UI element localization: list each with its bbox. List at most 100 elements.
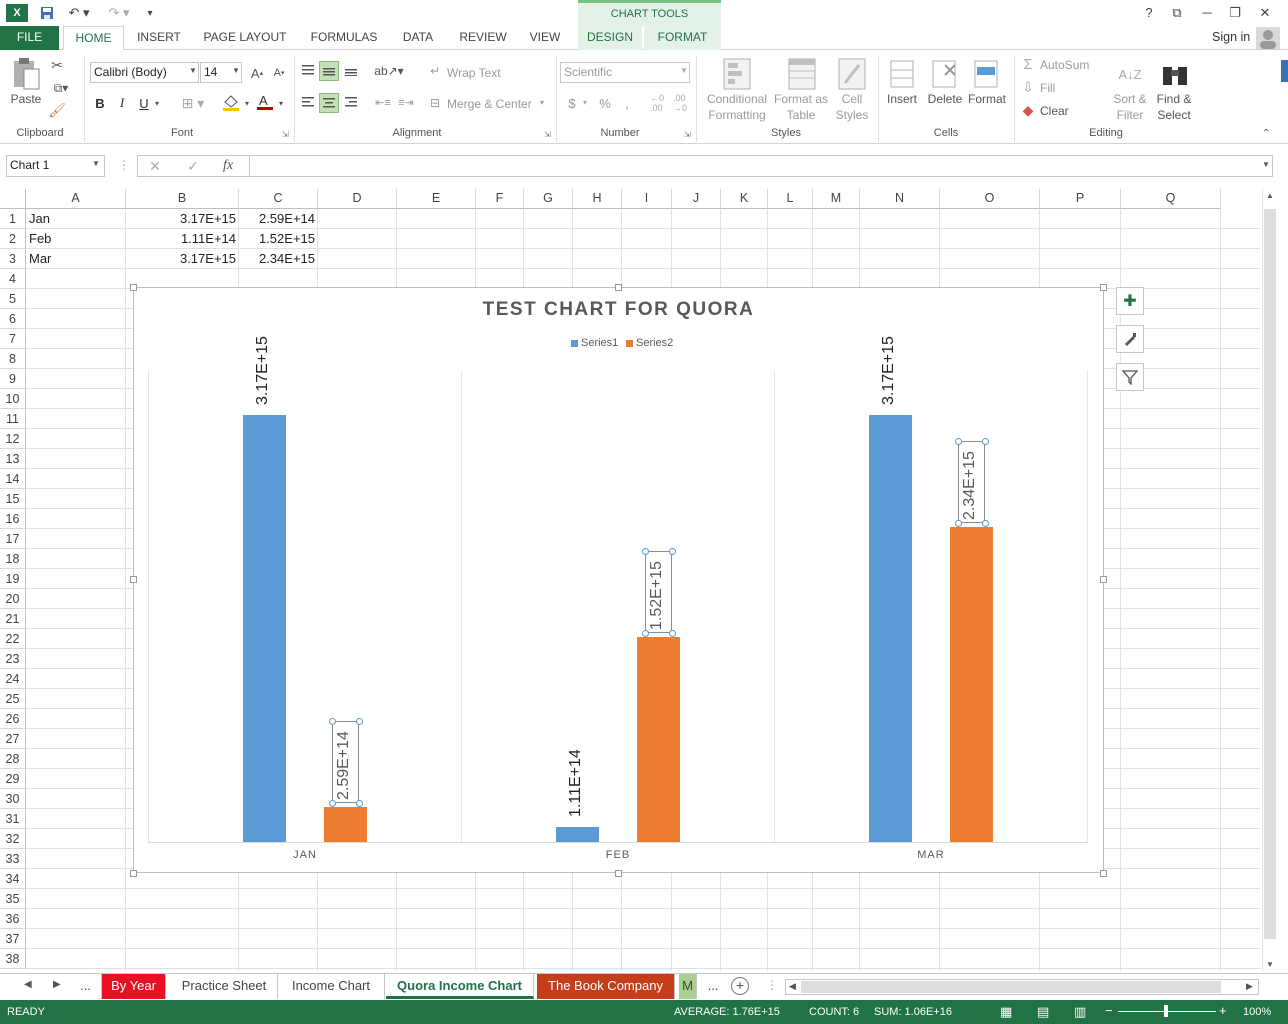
row-header-16[interactable]: 16 bbox=[0, 509, 26, 529]
scroll-down-icon[interactable]: ▼ bbox=[1266, 960, 1274, 969]
sign-in-link[interactable]: Sign in bbox=[1212, 30, 1250, 44]
percent-button[interactable]: % bbox=[597, 94, 613, 112]
chart-styles-brush-icon[interactable] bbox=[1116, 325, 1144, 353]
row-header-20[interactable]: 20 bbox=[0, 589, 26, 609]
insert-cells-icon[interactable] bbox=[886, 56, 918, 92]
data-label-handle[interactable] bbox=[982, 438, 989, 445]
name-box[interactable]: Chart 1 bbox=[6, 155, 105, 177]
row-header-38[interactable]: 38 bbox=[0, 949, 26, 969]
column-header-e[interactable]: E bbox=[397, 189, 476, 209]
minimize-button[interactable]: ─ bbox=[1194, 3, 1220, 23]
data-label-handle[interactable] bbox=[356, 800, 363, 807]
sheet-tab-m[interactable]: M bbox=[679, 974, 697, 999]
scroll-up-icon[interactable]: ▲ bbox=[1266, 191, 1274, 200]
legend-item-series2[interactable]: Series2 bbox=[626, 337, 673, 349]
chart-title[interactable]: TEST CHART FOR QUORA bbox=[133, 299, 1104, 321]
row-header-21[interactable]: 21 bbox=[0, 609, 26, 629]
column-header-l[interactable]: L bbox=[768, 189, 813, 209]
sheet-tab-more-right[interactable]: ... bbox=[700, 974, 726, 999]
format-painter-icon[interactable]: 🖌 bbox=[48, 101, 66, 119]
row-header-8[interactable]: 8 bbox=[0, 349, 26, 369]
chart-resize-handle[interactable] bbox=[615, 284, 622, 291]
conditional-formatting-label[interactable]: Conditional bbox=[700, 92, 774, 106]
row-header-14[interactable]: 14 bbox=[0, 469, 26, 489]
new-sheet-icon[interactable]: + bbox=[731, 977, 749, 995]
conditional-formatting-icon[interactable] bbox=[720, 56, 754, 92]
fill-color-icon[interactable] bbox=[220, 93, 242, 111]
bottom-align-icon[interactable] bbox=[342, 61, 360, 79]
ribbon-display-options-icon[interactable]: ⧉ bbox=[1164, 3, 1190, 23]
chart-resize-handle[interactable] bbox=[130, 870, 137, 877]
column-header-q[interactable]: Q bbox=[1121, 189, 1221, 209]
column-header-j[interactable]: J bbox=[672, 189, 721, 209]
cut-icon[interactable]: ✂ bbox=[48, 56, 66, 74]
row-header-4[interactable]: 4 bbox=[0, 269, 26, 289]
row-header-36[interactable]: 36 bbox=[0, 909, 26, 929]
page-break-view-icon[interactable]: ▥ bbox=[1074, 1004, 1086, 1020]
horizontal-scroll-thumb[interactable] bbox=[801, 981, 1221, 993]
clear-icon[interactable]: ◆ bbox=[1020, 102, 1036, 118]
sheet-tab-more[interactable]: ... bbox=[70, 974, 102, 999]
tab-data[interactable]: DATA bbox=[395, 26, 441, 50]
merge-center-icon[interactable]: ⊟ bbox=[427, 95, 443, 111]
binoculars-icon[interactable] bbox=[1158, 56, 1192, 92]
bar-series1-mar[interactable] bbox=[868, 415, 912, 842]
tab-file[interactable]: FILE bbox=[0, 26, 59, 50]
align-left-icon[interactable] bbox=[299, 93, 317, 111]
chart-resize-handle[interactable] bbox=[1100, 870, 1107, 877]
column-header-p[interactable]: P bbox=[1040, 189, 1121, 209]
number-dialog-launcher-icon[interactable]: ⇲ bbox=[684, 130, 691, 139]
font-name-box[interactable]: Calibri (Body) bbox=[90, 62, 199, 83]
format-as-table-label-2[interactable]: Table bbox=[772, 108, 830, 122]
format-cells-button[interactable]: Format bbox=[964, 92, 1010, 106]
column-header-k[interactable]: K bbox=[721, 189, 768, 209]
cell-b2[interactable]: 1.11E+14 bbox=[126, 229, 236, 249]
chart-resize-handle[interactable] bbox=[130, 576, 137, 583]
row-header-34[interactable]: 34 bbox=[0, 869, 26, 889]
data-label[interactable]: 2.34E+15 bbox=[961, 451, 979, 520]
chart-elements-plus-icon[interactable]: ✚ bbox=[1116, 287, 1144, 315]
underline-dropdown-icon[interactable]: ▾ bbox=[152, 94, 162, 112]
page-layout-view-icon[interactable]: ▤ bbox=[1037, 1004, 1049, 1020]
cell-c1[interactable]: 2.59E+14 bbox=[239, 209, 315, 229]
data-label-handle[interactable] bbox=[669, 630, 676, 637]
font-dropdown-icon[interactable]: ▼ bbox=[189, 66, 197, 75]
wrap-text-button[interactable]: Wrap Text bbox=[447, 66, 501, 80]
row-header-3[interactable]: 3 bbox=[0, 249, 26, 269]
cell-styles-label[interactable]: Cell bbox=[832, 92, 872, 106]
currency-dropdown-icon[interactable]: ▾ bbox=[583, 98, 587, 107]
row-header-32[interactable]: 32 bbox=[0, 829, 26, 849]
delete-cells-icon[interactable] bbox=[928, 56, 960, 92]
cell-b3[interactable]: 3.17E+15 bbox=[126, 249, 236, 269]
chart-filters-icon[interactable] bbox=[1116, 363, 1144, 391]
column-header-f[interactable]: F bbox=[476, 189, 524, 209]
row-header-1[interactable]: 1 bbox=[0, 209, 26, 229]
column-header-d[interactable]: D bbox=[318, 189, 397, 209]
chart-resize-handle[interactable] bbox=[1100, 284, 1107, 291]
help-button[interactable]: ? bbox=[1136, 3, 1162, 23]
data-label-handle[interactable] bbox=[982, 520, 989, 527]
autosum-button[interactable]: AutoSum bbox=[1040, 58, 1089, 72]
column-header-g[interactable]: G bbox=[524, 189, 573, 209]
currency-button[interactable]: $ bbox=[565, 94, 579, 112]
row-header-33[interactable]: 33 bbox=[0, 849, 26, 869]
tab-design[interactable]: DESIGN bbox=[578, 26, 642, 50]
row-header-9[interactable]: 9 bbox=[0, 369, 26, 389]
row-header-27[interactable]: 27 bbox=[0, 729, 26, 749]
bold-button[interactable]: B bbox=[92, 94, 108, 112]
comma-button[interactable]: , bbox=[621, 94, 633, 112]
cell-a3[interactable]: Mar bbox=[29, 249, 51, 269]
top-align-icon[interactable] bbox=[299, 61, 317, 79]
sort-filter-icon[interactable]: A↓Z bbox=[1114, 56, 1146, 92]
category-label-jan[interactable]: JAN bbox=[205, 849, 405, 861]
chart-resize-handle[interactable] bbox=[130, 284, 137, 291]
zoom-slider-thumb[interactable] bbox=[1164, 1005, 1168, 1017]
category-label-feb[interactable]: FEB bbox=[518, 849, 718, 861]
bar-series1-feb[interactable] bbox=[555, 827, 599, 842]
zoom-out-icon[interactable]: − bbox=[1105, 1003, 1113, 1018]
find-select-label[interactable]: Find & bbox=[1152, 92, 1196, 106]
merge-dropdown-icon[interactable]: ▾ bbox=[540, 98, 544, 107]
decrease-indent-icon[interactable]: ⇤≡ bbox=[373, 93, 393, 111]
row-header-30[interactable]: 30 bbox=[0, 789, 26, 809]
cell-styles-icon[interactable] bbox=[836, 56, 868, 92]
